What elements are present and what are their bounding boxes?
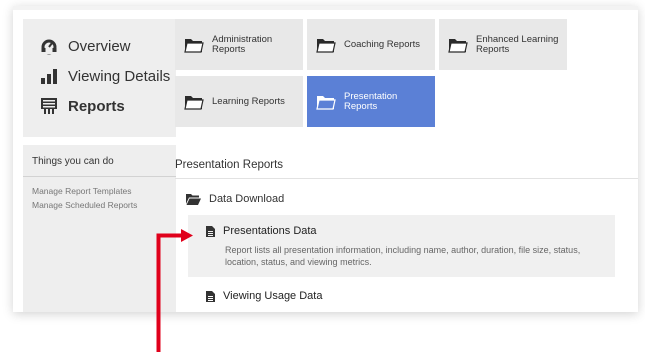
tile-label: Enhanced Learning Reports (476, 33, 559, 55)
sidebar-item-label: Reports (68, 97, 125, 115)
things-you-can-do-panel: Things you can do Manage Report Template… (23, 145, 176, 312)
report-icon (41, 98, 57, 114)
reports-page: Overview Viewing Details Reports Things … (13, 6, 638, 312)
report-title-presentations-data[interactable]: Presentations Data (206, 225, 317, 237)
report-description: Report lists all presentation informatio… (225, 245, 581, 267)
tile-coaching-reports[interactable]: Coaching Reports (307, 19, 435, 70)
tile-label: Presentation Reports (344, 90, 398, 112)
manage-report-templates-link[interactable]: Manage Report Templates (32, 186, 132, 196)
report-title-text: Viewing Usage Data (223, 290, 323, 302)
folder-icon (316, 38, 336, 53)
folder-icon (316, 95, 336, 110)
bar-chart-icon (41, 69, 57, 84)
divider (175, 178, 638, 179)
group-label: Data Download (209, 193, 285, 205)
sidebar-item-overview[interactable]: Overview (38, 37, 131, 55)
data-download-group[interactable]: Data Download (186, 193, 284, 205)
manage-scheduled-reports-link[interactable]: Manage Scheduled Reports (32, 200, 137, 210)
document-icon (206, 225, 215, 237)
folder-icon (184, 38, 204, 53)
tile-enhanced-learning-reports[interactable]: Enhanced Learning Reports (439, 19, 567, 70)
tile-learning-reports[interactable]: Learning Reports (175, 76, 303, 127)
report-row-presentations-data[interactable]: Presentations Data Report lists all pres… (188, 215, 615, 277)
folder-icon (448, 38, 468, 53)
document-icon (206, 290, 215, 302)
section-title: Presentation Reports (175, 159, 284, 171)
report-title-viewing-usage-data[interactable]: Viewing Usage Data (206, 290, 322, 302)
tile-label: Administration Reports (212, 33, 273, 55)
sidebar-item-reports[interactable]: Reports (38, 97, 125, 115)
tile-label: Learning Reports (212, 95, 285, 107)
things-title: Things you can do (32, 156, 114, 167)
overview-dashboard-icon (40, 39, 58, 55)
sidebar-item-label: Overview (68, 37, 131, 55)
tile-presentation-reports[interactable]: Presentation Reports (307, 76, 435, 127)
top-strip (13, 6, 638, 10)
folder-icon (184, 95, 204, 110)
sidebar-item-label: Viewing Details (68, 67, 171, 85)
tile-administration-reports[interactable]: Administration Reports (175, 19, 303, 70)
tile-label: Coaching Reports (344, 38, 421, 50)
divider (23, 176, 176, 177)
sidebar-item-viewing-details[interactable]: Viewing Details (38, 67, 170, 85)
folder-open-icon (186, 193, 201, 205)
report-title-text: Presentations Data (223, 225, 317, 237)
sidebar-nav: Overview Viewing Details Reports (23, 19, 176, 137)
